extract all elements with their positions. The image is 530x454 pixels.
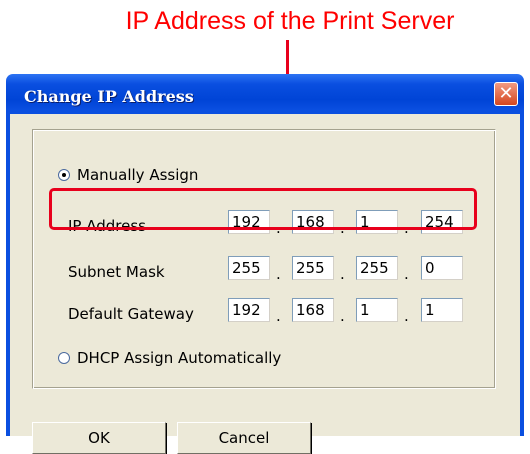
gateway-octet-2[interactable]: 168 bbox=[292, 298, 334, 322]
gateway-octet-1[interactable]: 192 bbox=[228, 298, 270, 322]
radio-checked-icon bbox=[62, 173, 66, 177]
annotation-title: IP Address of the Print Server bbox=[125, 7, 455, 35]
mask-separator: . bbox=[340, 265, 345, 283]
change-ip-dialog: Change IP Address ✕ Manually Assign IP A… bbox=[6, 74, 524, 454]
dialog-client-area: Manually Assign IP Address 192 . 168 . 1… bbox=[10, 114, 520, 454]
gateway-separator: . bbox=[404, 307, 409, 325]
manual-assign-label: Manually Assign bbox=[77, 166, 199, 184]
window-title: Change IP Address bbox=[24, 87, 194, 106]
subnet-mask-label: Subnet Mask bbox=[68, 263, 165, 281]
default-gateway-label: Default Gateway bbox=[68, 305, 194, 323]
mask-octet-3[interactable]: 255 bbox=[356, 256, 398, 280]
mask-octet-2[interactable]: 255 bbox=[292, 256, 334, 280]
manual-assign-radio[interactable] bbox=[58, 169, 70, 181]
mask-separator: . bbox=[276, 265, 281, 283]
mask-octet-4[interactable]: 0 bbox=[421, 256, 463, 280]
mask-octet-1[interactable]: 255 bbox=[228, 256, 270, 280]
ip-address-highlight-box bbox=[49, 188, 477, 230]
ip-settings-group: Manually Assign IP Address 192 . 168 . 1… bbox=[32, 129, 496, 389]
gateway-separator: . bbox=[276, 307, 281, 325]
gateway-separator: . bbox=[340, 307, 345, 325]
dhcp-assign-label: DHCP Assign Automatically bbox=[77, 349, 282, 367]
gateway-octet-3[interactable]: 1 bbox=[356, 298, 398, 322]
gateway-octet-4[interactable]: 1 bbox=[421, 298, 463, 322]
ok-button[interactable]: OK bbox=[32, 422, 166, 454]
close-icon: ✕ bbox=[498, 83, 514, 104]
close-button[interactable]: ✕ bbox=[494, 82, 518, 106]
cancel-button[interactable]: Cancel bbox=[177, 422, 311, 454]
mask-separator: . bbox=[404, 265, 409, 283]
dhcp-assign-radio[interactable] bbox=[58, 352, 70, 364]
